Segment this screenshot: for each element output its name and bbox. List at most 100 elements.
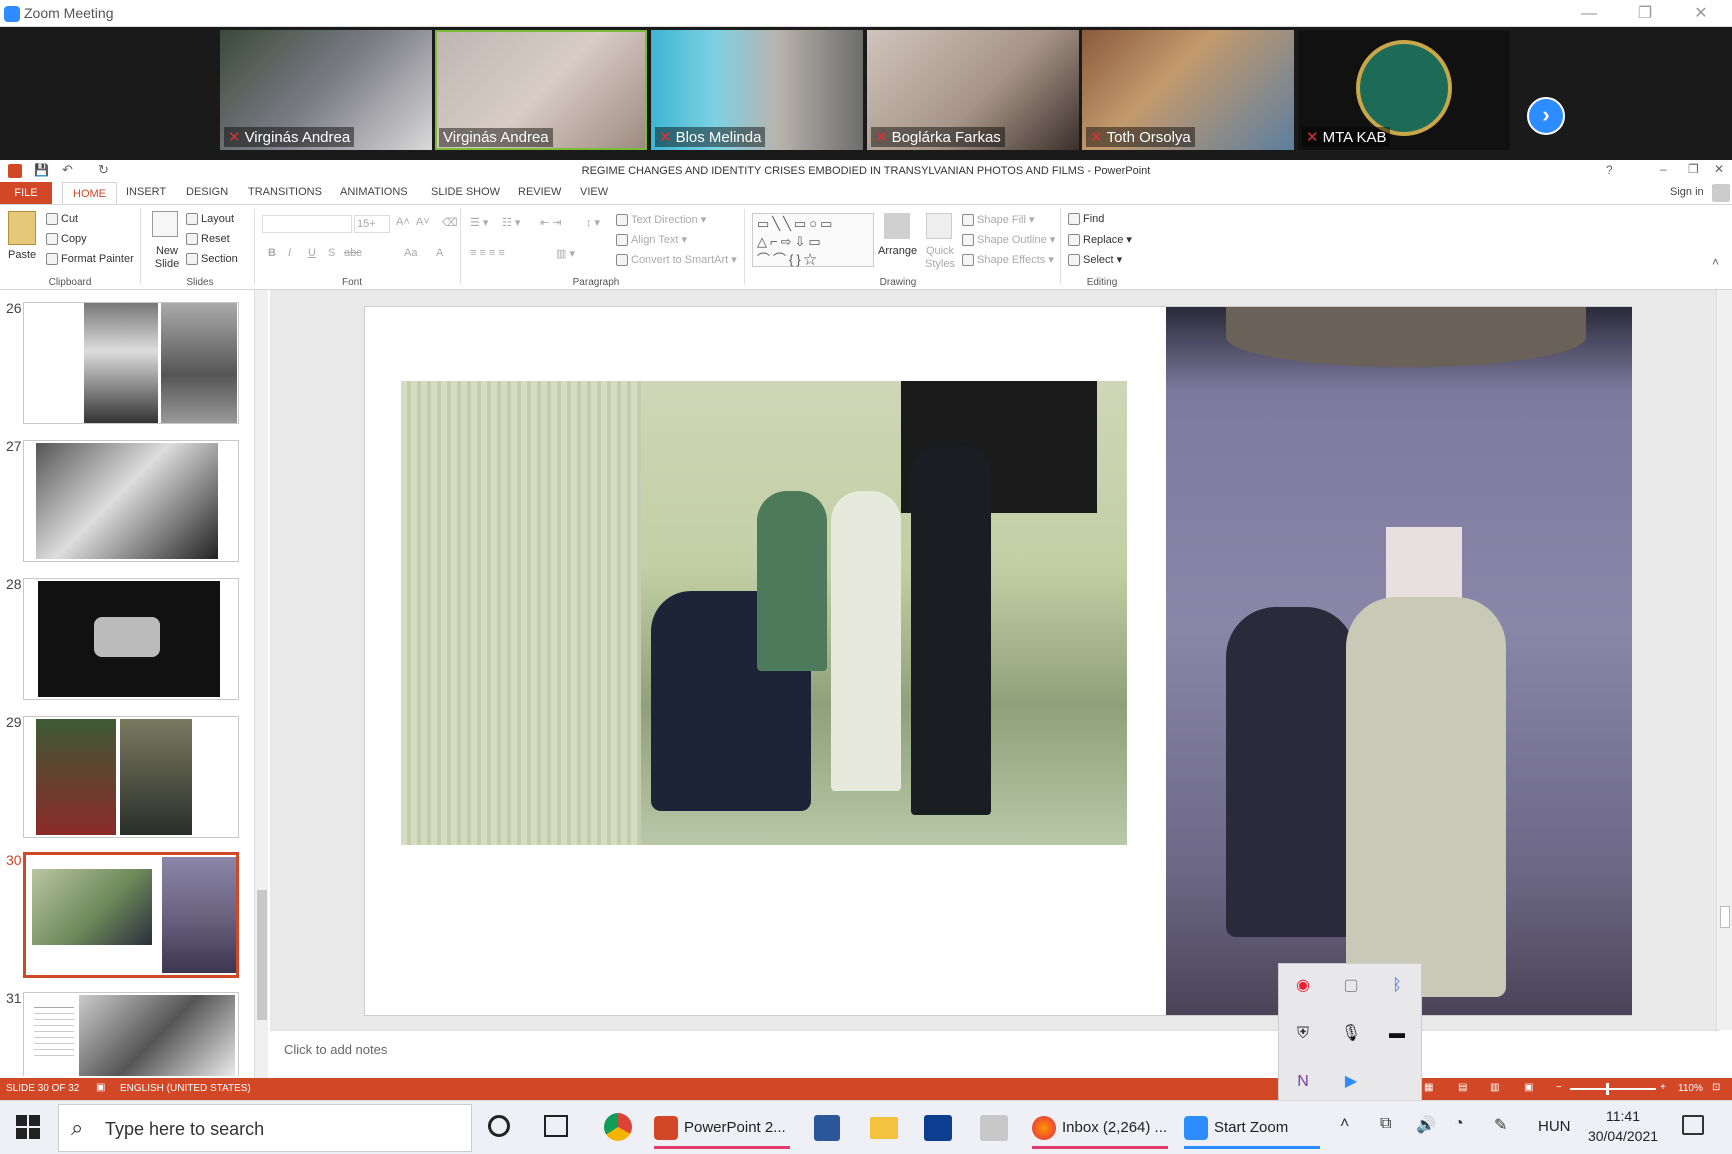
tab-view[interactable]: VIEW [580, 186, 608, 198]
tab-file[interactable]: FILE [0, 182, 52, 204]
scrollbar-thumb[interactable] [1720, 906, 1730, 928]
view-reading-icon[interactable]: ▥ [1490, 1082, 1499, 1093]
view-normal-icon[interactable]: ▦ [1424, 1082, 1433, 1093]
taskbar-app-zoom[interactable]: Start Zoom [1184, 1107, 1320, 1149]
strikethrough-button[interactable]: abc [344, 247, 362, 259]
bluetooth-icon[interactable]: ᛒ [1383, 972, 1411, 1000]
shrink-font-icon[interactable]: A˅ [416, 216, 430, 228]
font-size-input[interactable]: 15+ [354, 215, 390, 233]
taskbar-app-firefox[interactable]: Inbox (2,264) ... [1032, 1107, 1168, 1149]
device-icon[interactable]: ⧉ [1380, 1115, 1391, 1133]
tab-animations[interactable]: ANIMATIONS [340, 186, 408, 198]
tab-design[interactable]: DESIGN [186, 186, 228, 198]
thumbnail-scrollbar[interactable] [254, 290, 268, 1078]
notification-icon[interactable] [1682, 1115, 1704, 1135]
italic-button[interactable]: I [288, 247, 291, 259]
scrollbar-thumb[interactable] [257, 890, 267, 1020]
collapse-ribbon-icon[interactable]: ˄ [1712, 255, 1719, 269]
photo-right[interactable] [1166, 307, 1632, 1015]
spellcheck-icon[interactable]: ▣ [96, 1082, 105, 1093]
slide-thumbnail[interactable] [23, 302, 239, 424]
view-sorter-icon[interactable]: ▤ [1458, 1082, 1467, 1093]
zoom-in-icon[interactable]: + [1660, 1082, 1666, 1093]
zoom-tray-icon[interactable]: ▶ [1337, 1068, 1365, 1096]
volume-icon[interactable]: 🔊 [1416, 1115, 1436, 1135]
new-slide-button[interactable]: New Slide [152, 245, 182, 271]
close-icon[interactable]: ✕ [1714, 162, 1724, 176]
clock-time[interactable]: 11:41 [1586, 1108, 1660, 1124]
alignment-icons[interactable]: ≡ ≡ ≡ ≡ [470, 247, 505, 259]
minimize-icon[interactable]: – [1660, 162, 1667, 176]
zoom-slider-thumb[interactable] [1606, 1083, 1609, 1095]
zoom-level[interactable]: 110% [1678, 1083, 1703, 1094]
cortana-icon[interactable] [488, 1115, 510, 1137]
layout-button[interactable]: Layout [186, 213, 234, 226]
zoom-slider[interactable] [1570, 1088, 1656, 1090]
change-case-button[interactable]: Aa [404, 247, 417, 259]
current-slide[interactable] [364, 306, 1632, 1016]
indent-icons[interactable]: ⇤ ⇥ [540, 216, 562, 229]
shape-effects-button[interactable]: Shape Effects ▾ [962, 253, 1054, 267]
participant-tile[interactable]: ✕ Virginás Andrea [220, 30, 432, 150]
minimize-icon[interactable]: — [1572, 2, 1606, 26]
underline-button[interactable]: U [308, 247, 316, 259]
close-icon[interactable]: ✕ [1684, 2, 1718, 26]
restore-icon[interactable]: ❐ [1628, 2, 1662, 26]
shapes-gallery[interactable]: ▭╲╲▭○▭ △⌐⇨⇩▭ ⌒⌒{}☆ [752, 213, 874, 267]
format-painter-button[interactable]: Format Painter [46, 253, 134, 266]
reset-button[interactable]: Reset [186, 233, 230, 246]
bold-button[interactable]: B [268, 247, 276, 259]
shape-fill-button[interactable]: Shape Fill ▾ [962, 213, 1035, 227]
tab-review[interactable]: REVIEW [518, 186, 561, 198]
taskbar-app-powerpoint[interactable]: PowerPoint 2... [654, 1107, 790, 1149]
section-button[interactable]: Section [186, 253, 238, 266]
onenote-icon[interactable]: N [1289, 1068, 1317, 1096]
pen-icon[interactable]: ✎ [1494, 1115, 1507, 1135]
clock-date[interactable]: 30/04/2021 [1580, 1128, 1666, 1144]
numbering-icon[interactable]: ☷ ▾ [502, 216, 520, 229]
slide-thumbnail[interactable] [23, 716, 239, 838]
group-photo-left[interactable] [401, 381, 1127, 845]
chrome-icon[interactable] [604, 1113, 632, 1141]
quick-styles-button[interactable]: Quick Styles [922, 245, 958, 271]
shadow-button[interactable]: S [328, 247, 335, 259]
whiteboard-icon[interactable] [924, 1115, 952, 1141]
slide-thumbnail[interactable] [23, 992, 239, 1076]
file-explorer-icon[interactable] [870, 1117, 898, 1139]
participant-tile[interactable]: ✕ Blos Melinda [651, 30, 863, 150]
avatar[interactable] [1712, 184, 1730, 202]
restore-icon[interactable]: ❐ [1688, 162, 1699, 176]
fit-slide-icon[interactable]: ⊡ [1712, 1082, 1720, 1093]
slide-thumbnail-selected[interactable] [23, 852, 239, 978]
next-page-button[interactable]: › [1527, 97, 1565, 135]
participant-tile[interactable]: ✕ Boglárka Farkas [867, 30, 1079, 150]
help-icon[interactable]: ? [1606, 163, 1613, 177]
app-icon[interactable] [980, 1115, 1008, 1141]
participant-tile[interactable]: ✕ MTA KAB [1298, 30, 1510, 150]
paste-button[interactable]: Paste [8, 249, 36, 261]
select-button[interactable]: Select ▾ [1068, 253, 1122, 267]
sign-in-link[interactable]: Sign in [1670, 186, 1704, 198]
copy-button[interactable]: Copy [46, 233, 87, 246]
language-indicator[interactable]: HUN [1538, 1118, 1571, 1135]
language-indicator[interactable]: ENGLISH (UNITED STATES) [120, 1083, 251, 1094]
font-color-icon[interactable]: A [436, 247, 443, 259]
battery-icon[interactable]: ▬ [1383, 1020, 1411, 1048]
arrange-button[interactable]: Arrange [878, 245, 917, 257]
find-button[interactable]: Find [1068, 213, 1104, 226]
slide-scrollbar[interactable] [1716, 290, 1732, 1030]
slide-thumbnail[interactable] [23, 578, 239, 700]
wifi-icon[interactable]: ◔ [1454, 1115, 1464, 1133]
windows-start-icon[interactable] [16, 1115, 40, 1139]
shield-icon[interactable]: ⛨ [1289, 1020, 1317, 1048]
slide-thumbnail[interactable] [23, 440, 239, 562]
taskbar-search-box[interactable]: ⌕ Type here to search [58, 1104, 472, 1152]
bullets-icon[interactable]: ☰ ▾ [470, 216, 488, 229]
zoom-out-icon[interactable]: − [1556, 1082, 1562, 1093]
text-direction-button[interactable]: Text Direction ▾ [616, 213, 706, 227]
participant-tile[interactable]: ✕ Toth Orsolya [1082, 30, 1294, 150]
tab-slide-show[interactable]: SLIDE SHOW [431, 186, 500, 198]
word-icon[interactable] [814, 1115, 840, 1141]
notes-pane[interactable]: Click to add notes [270, 1030, 1720, 1078]
participant-tile-active[interactable]: Virginás Andrea [435, 30, 647, 150]
